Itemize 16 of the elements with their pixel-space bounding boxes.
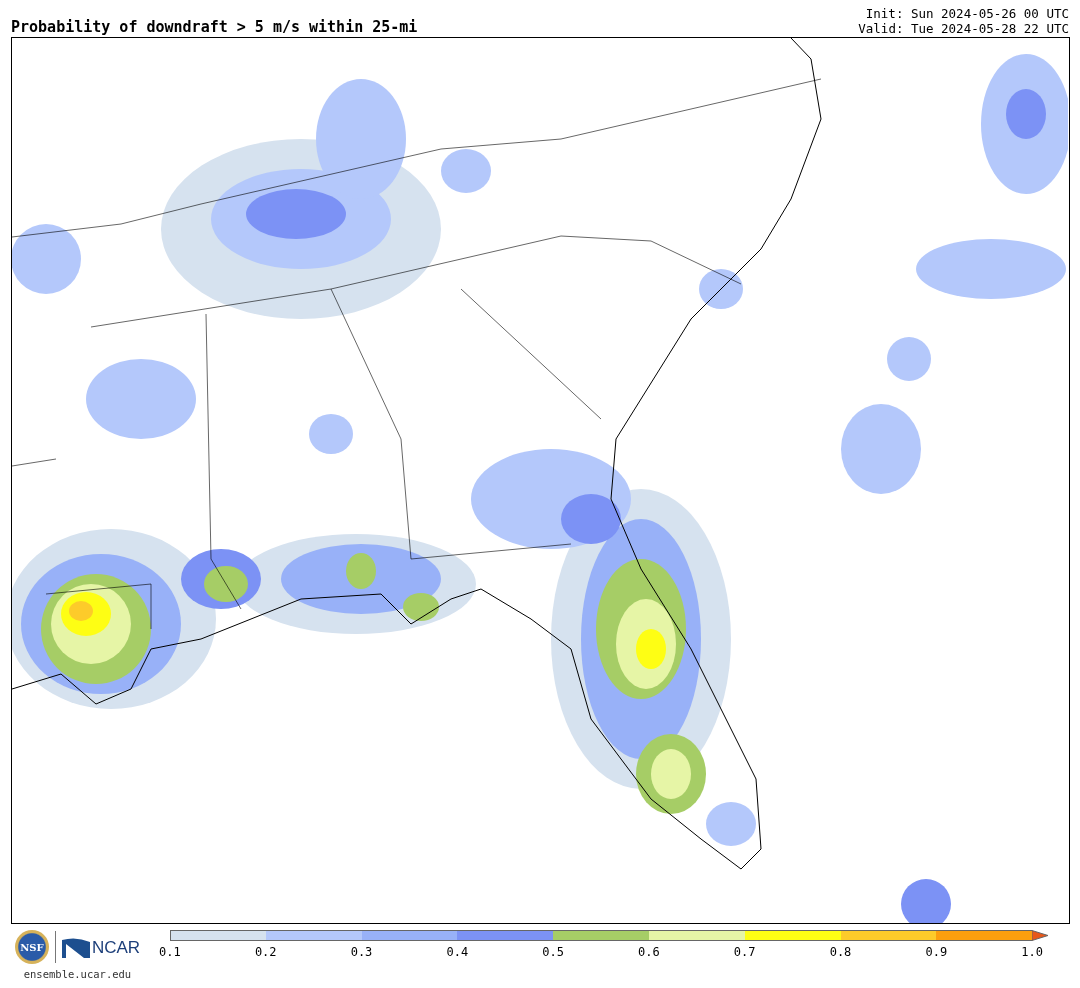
swoosh-icon bbox=[61, 936, 90, 958]
init-time: Init: Sun 2024-05-26 00 UTC bbox=[865, 6, 1069, 21]
colorbar-label: 0.4 bbox=[445, 945, 470, 959]
colorbar-label: 0.7 bbox=[732, 945, 757, 959]
colorbar-label: 0.2 bbox=[253, 945, 278, 959]
colorbar-label: 1.0 bbox=[1020, 945, 1044, 959]
valid-time: Valid: Tue 2024-05-28 22 UTC bbox=[858, 21, 1069, 36]
colorbar-label: 0.9 bbox=[924, 945, 949, 959]
colorbar-label: 0.5 bbox=[541, 945, 565, 959]
site-url: ensemble.ucar.edu bbox=[23, 968, 132, 980]
colorbar-label: 0.3 bbox=[349, 945, 374, 959]
map-title: Probability of downdraft > 5 m/s within 25-mi bbox=[11, 18, 418, 36]
nsf-logo: NSF bbox=[14, 930, 49, 964]
ncar-logo: NCAR bbox=[61, 936, 141, 958]
colorbar-label: 0.6 bbox=[637, 945, 661, 959]
colorbar-label: 0.8 bbox=[828, 945, 853, 959]
